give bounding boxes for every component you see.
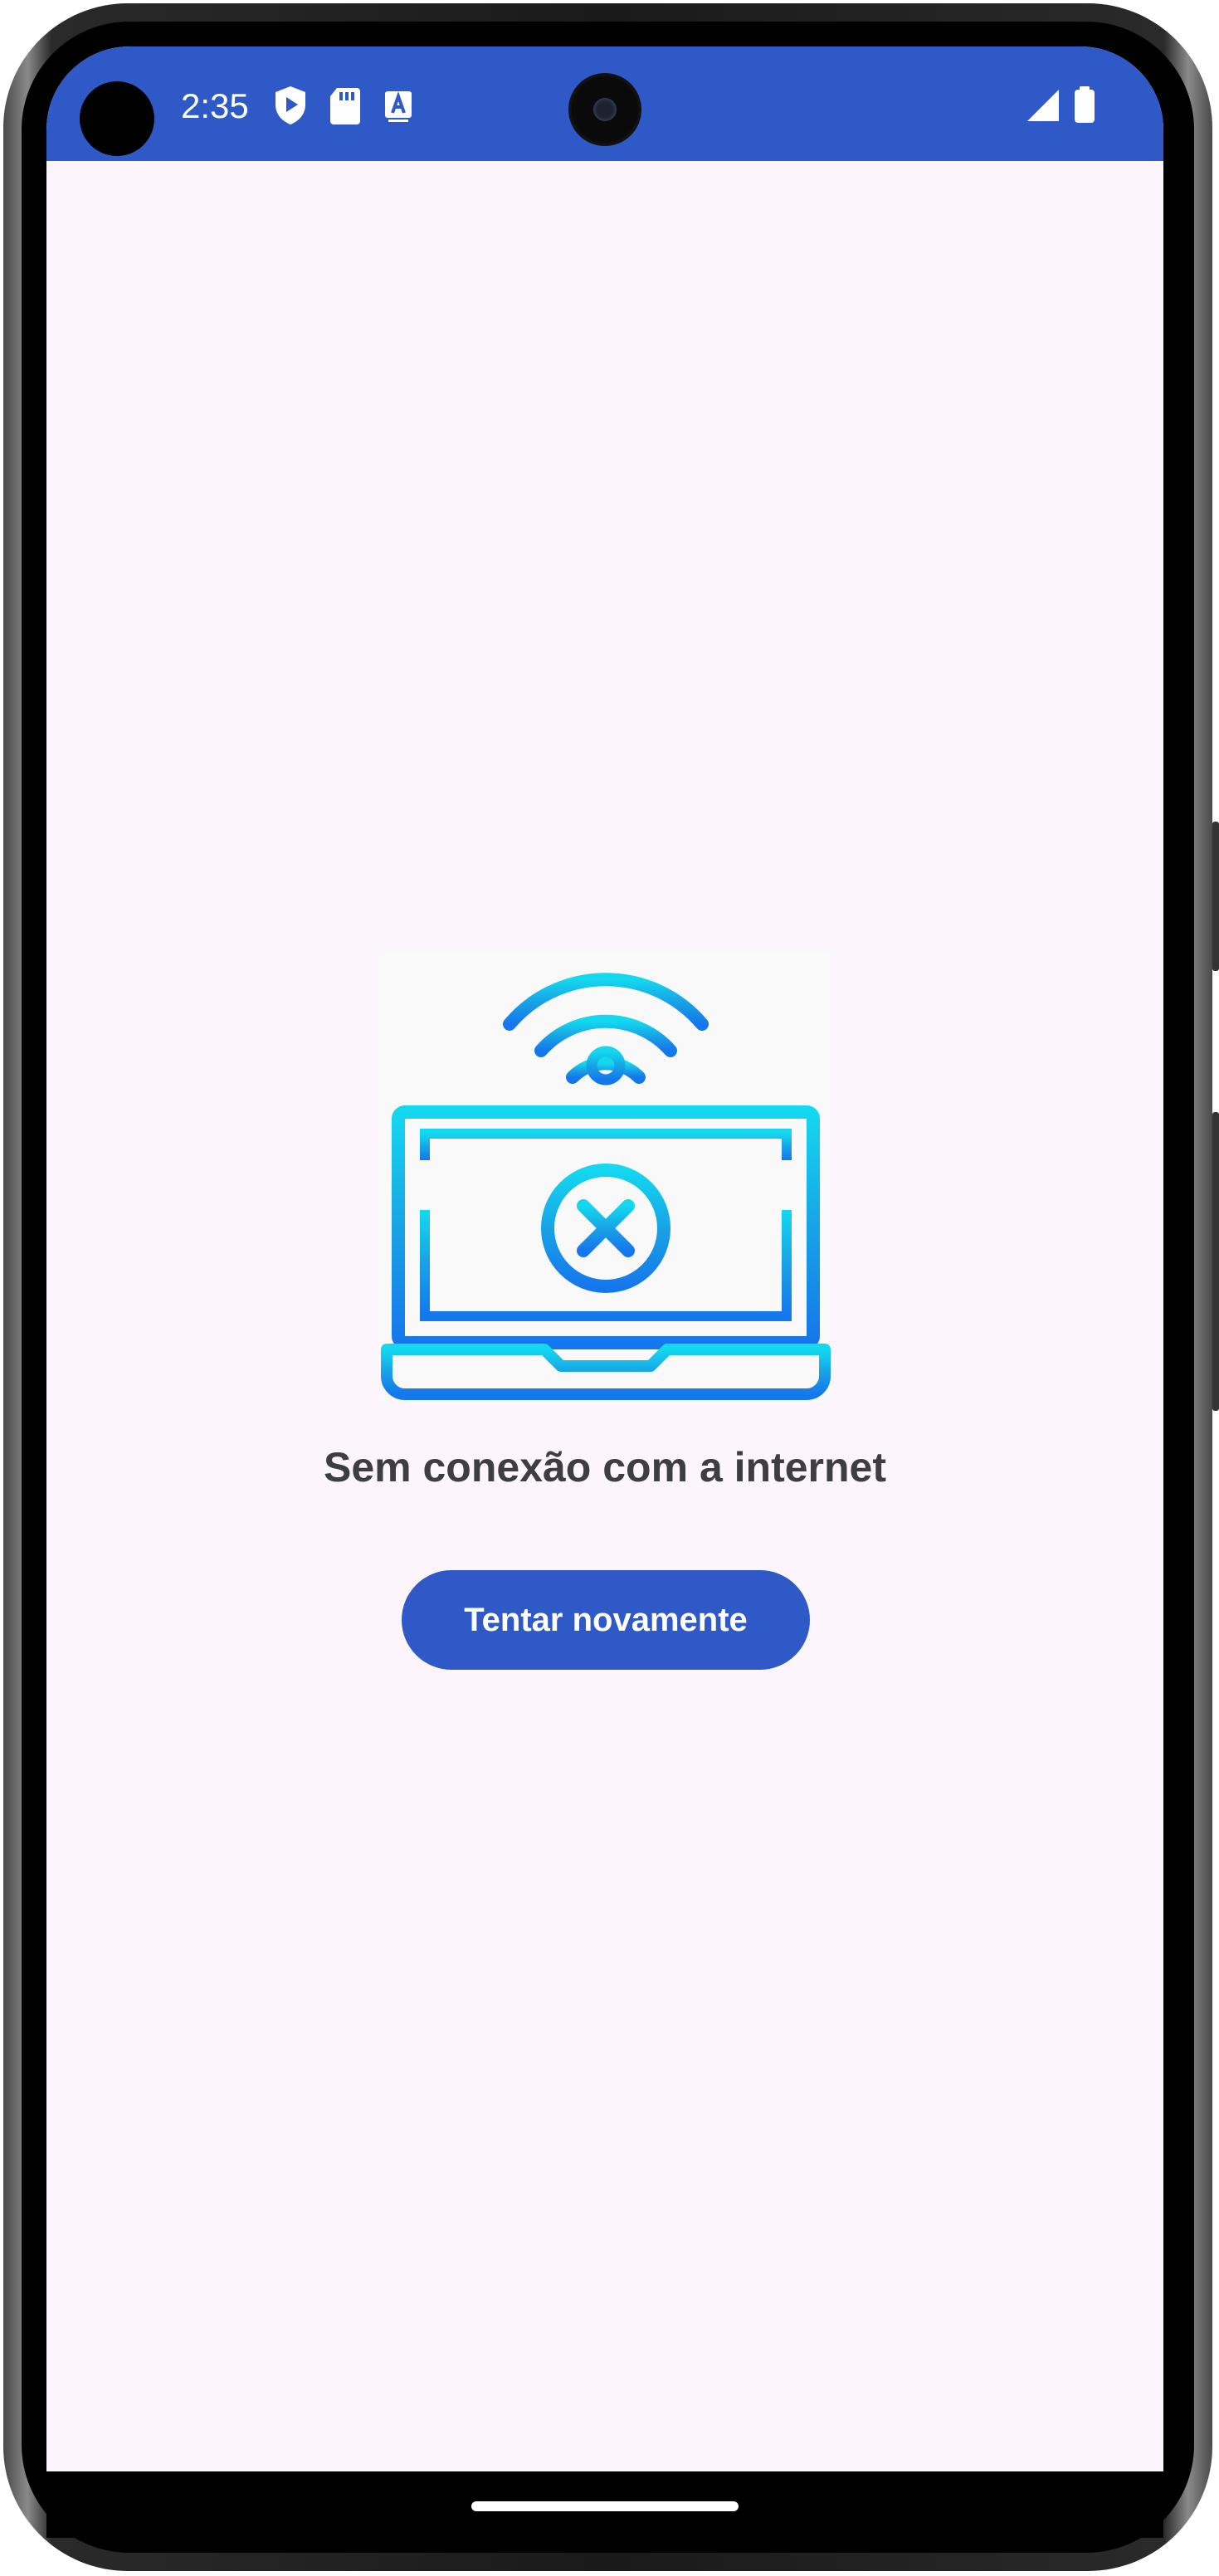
- retry-button[interactable]: Tentar novamente: [402, 1570, 810, 1670]
- front-camera: [572, 76, 638, 143]
- status-time: 2:35: [181, 86, 249, 125]
- gesture-nav-area: [46, 2471, 1163, 2538]
- punch-hole-cutout: [80, 81, 154, 156]
- no-connection-message: Sem conexão com a internet: [323, 1444, 886, 1490]
- power-button: [1212, 822, 1219, 971]
- status-bar: 2:35: [46, 46, 1163, 161]
- laptop-wifi-disconnected-icon: [380, 953, 831, 1401]
- volume-button: [1212, 1112, 1219, 1411]
- battery-icon: [1075, 86, 1095, 123]
- home-gesture-bar[interactable]: [471, 2501, 739, 2511]
- font-a-icon: [385, 90, 412, 122]
- cell-signal-icon: [1027, 90, 1059, 121]
- play-protect-icon: [275, 86, 305, 124]
- sd-card-icon: [330, 88, 360, 124]
- app-screen: 2:35 Sem conexão com a internet Tentar n…: [46, 46, 1163, 2471]
